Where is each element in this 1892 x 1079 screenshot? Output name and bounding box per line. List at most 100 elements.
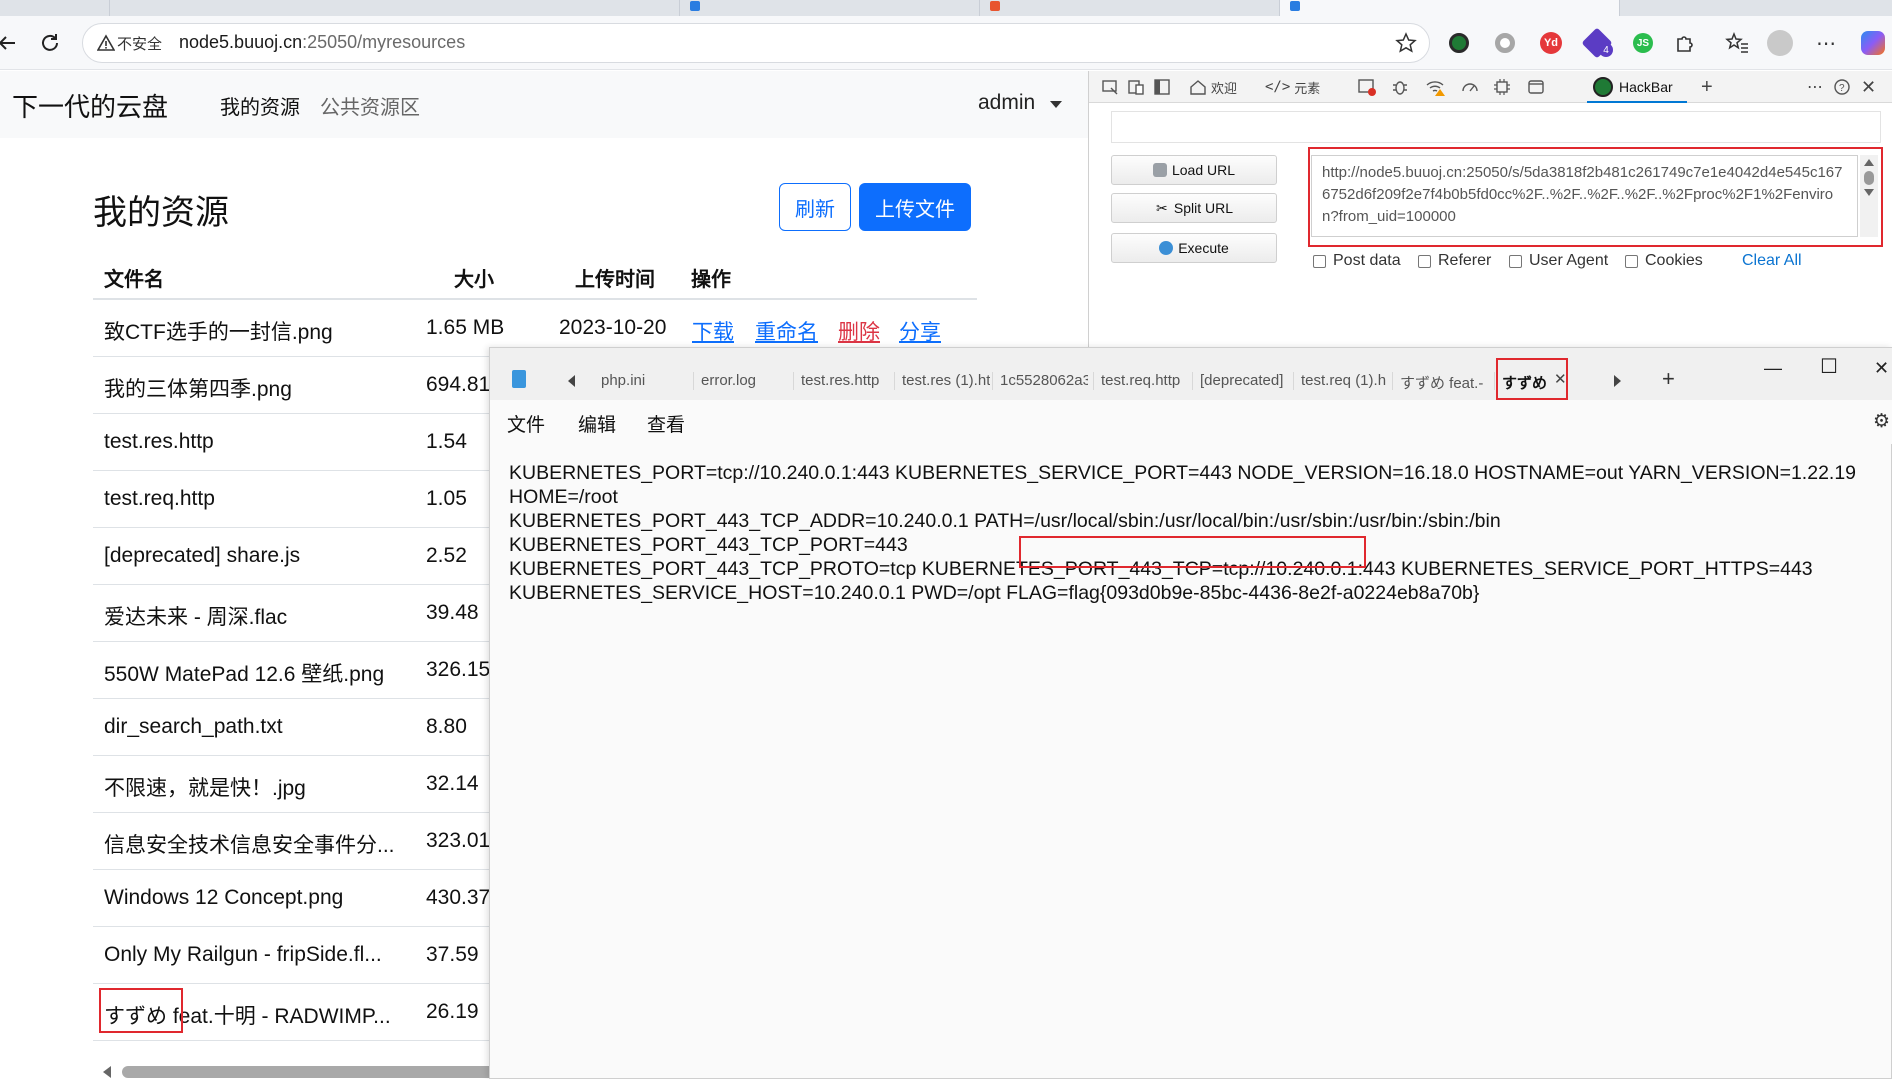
application-icon[interactable]: [1527, 77, 1545, 97]
file-name[interactable]: 致CTF选手的一封信.png: [104, 316, 333, 346]
post-data-checkbox[interactable]: Post data: [1313, 252, 1401, 270]
browser-tab[interactable]: [680, 0, 980, 16]
tab-separator: [1192, 372, 1193, 390]
url-text[interactable]: node5.buuoj.cn:25050/myresources: [179, 32, 465, 53]
file-name[interactable]: 550W MatePad 12.6 壁纸.png: [104, 658, 384, 688]
window-close-icon[interactable]: ✕: [1874, 358, 1889, 379]
browser-tab[interactable]: [110, 0, 680, 16]
file-name[interactable]: Only My Railgun - fripSide.fl...: [104, 943, 382, 967]
cookies-checkbox[interactable]: Cookies: [1625, 252, 1703, 270]
file-name[interactable]: 信息安全技术信息安全事件分...: [104, 829, 395, 859]
warning-triangle-icon[interactable]: [97, 34, 115, 52]
menu-view[interactable]: 查看: [647, 410, 685, 437]
cookies-label: Cookies: [1645, 252, 1703, 269]
browser-tab[interactable]: [980, 0, 1280, 16]
copilot-icon[interactable]: [1857, 27, 1889, 59]
file-name[interactable]: test.res.http: [104, 430, 214, 454]
browser-tab-active[interactable]: [1280, 0, 1620, 16]
minimize-icon[interactable]: —: [1764, 358, 1782, 379]
back-arrow-icon: [0, 36, 15, 50]
close-tab-icon[interactable]: ✕: [1554, 370, 1567, 388]
favorites-icon[interactable]: [1721, 27, 1753, 59]
extension-js-icon[interactable]: JS: [1627, 27, 1659, 59]
notepad-tab[interactable]: test.req (1).h: [1301, 372, 1389, 389]
tab-separator: [1392, 372, 1393, 390]
menu-edit[interactable]: 编辑: [578, 410, 616, 437]
maximize-icon[interactable]: ☐: [1820, 354, 1838, 379]
referer-checkbox[interactable]: Referer: [1418, 252, 1491, 270]
inspect-icon[interactable]: [1101, 77, 1119, 97]
tab-scroll-left-icon[interactable]: [568, 375, 575, 387]
memory-chip-icon[interactable]: [1493, 77, 1511, 97]
chevron-down-icon[interactable]: [1050, 101, 1062, 108]
notepad-tab[interactable]: test.res.http: [801, 372, 893, 389]
extension-gray-circle-icon[interactable]: [1489, 27, 1521, 59]
share-link[interactable]: 分享: [899, 316, 941, 346]
menu-file[interactable]: 文件: [507, 410, 545, 437]
elements-label: 元素: [1294, 80, 1321, 96]
user-agent-checkbox[interactable]: User Agent: [1509, 252, 1608, 270]
nav-public-resources[interactable]: 公共资源区: [320, 91, 420, 120]
console-icon[interactable]: [1357, 77, 1377, 97]
device-emulation-icon[interactable]: [1127, 77, 1145, 97]
devtools-tab-hackbar[interactable]: HackBar: [1587, 71, 1687, 103]
load-url-button[interactable]: Load URL: [1111, 155, 1277, 185]
new-tab-plus-icon[interactable]: +: [1662, 366, 1675, 392]
file-name[interactable]: test.req.http: [104, 487, 215, 511]
devtools-tab-welcome[interactable]: 欢迎: [1189, 77, 1237, 97]
split-url-button[interactable]: ✂ Split URL: [1111, 193, 1277, 223]
extension-translate-icon[interactable]: Yd: [1535, 27, 1567, 59]
notepad-tab[interactable]: error.log: [701, 372, 793, 389]
delete-link[interactable]: 删除: [838, 316, 880, 346]
file-name[interactable]: [deprecated] share.js: [104, 544, 300, 568]
back-button[interactable]: [0, 26, 24, 60]
extension-purple-icon[interactable]: 4: [1581, 27, 1613, 59]
devtools-close-icon[interactable]: ✕: [1861, 77, 1876, 97]
file-name[interactable]: 爱达未来 - 周深.flac: [104, 601, 287, 631]
site-brand[interactable]: 下一代的云盘: [12, 87, 168, 124]
clear-all-link[interactable]: Clear All: [1742, 252, 1802, 270]
file-name[interactable]: dir_search_path.txt: [104, 715, 283, 739]
more-menu-icon[interactable]: ⋯: [1810, 27, 1842, 59]
extension-green-icon[interactable]: [1443, 27, 1475, 59]
user-menu[interactable]: admin: [978, 91, 1035, 115]
upload-button[interactable]: 上传文件: [859, 183, 971, 231]
bug-icon[interactable]: [1391, 77, 1409, 97]
highlight-box: [99, 988, 183, 1033]
notepad-text-content[interactable]: KUBERNETES_PORT=tcp://10.240.0.1:443 KUB…: [509, 461, 1889, 605]
devtools-more-icon[interactable]: ⋯: [1807, 77, 1823, 97]
file-name[interactable]: 我的三体第四季.png: [104, 373, 292, 403]
network-wifi-icon[interactable]: [1425, 77, 1447, 97]
notepad-tab[interactable]: test.res (1).ht: [902, 372, 990, 389]
profile-avatar-icon[interactable]: [1764, 27, 1796, 59]
refresh-button[interactable]: 刷新: [779, 183, 851, 231]
browser-tab[interactable]: [0, 0, 110, 16]
tab-scroll-right-icon[interactable]: [1614, 375, 1621, 387]
favorite-star-icon[interactable]: [1395, 32, 1417, 54]
file-name[interactable]: Windows 12 Concept.png: [104, 886, 343, 910]
scroll-left-arrow-icon[interactable]: [103, 1066, 111, 1078]
settings-gear-icon[interactable]: ⚙: [1873, 410, 1890, 433]
download-link[interactable]: 下载: [692, 316, 734, 346]
file-size: 39.48: [426, 601, 479, 624]
add-tool-plus-icon[interactable]: +: [1701, 76, 1713, 98]
reload-button[interactable]: [33, 26, 67, 60]
dock-side-icon[interactable]: [1153, 77, 1171, 97]
notepad-tab[interactable]: すずめ feat.-: [1400, 372, 1488, 393]
rename-link[interactable]: 重命名: [755, 316, 818, 346]
notepad-tab[interactable]: 1c5528062a3: [1000, 372, 1088, 389]
horizontal-scrollbar[interactable]: [122, 1066, 522, 1078]
notepad-tab[interactable]: [deprecated]: [1200, 372, 1288, 389]
nav-my-resources[interactable]: 我的资源: [220, 91, 300, 120]
notepad-tab[interactable]: test.req.http: [1101, 372, 1189, 389]
devtools-tab-elements[interactable]: </> 元素: [1265, 77, 1320, 97]
notepad-tab[interactable]: php.ini: [601, 372, 693, 389]
security-label[interactable]: 不安全: [117, 33, 162, 54]
help-icon[interactable]: ?: [1833, 77, 1851, 97]
execute-button[interactable]: Execute: [1111, 233, 1277, 263]
extensions-puzzle-icon[interactable]: [1669, 27, 1701, 59]
tab-separator: [1293, 372, 1294, 390]
file-name[interactable]: 不限速，就是快！.jpg: [104, 772, 306, 802]
address-bar[interactable]: 不安全 node5.buuoj.cn:25050/myresources: [82, 23, 1430, 63]
performance-icon[interactable]: [1461, 77, 1479, 97]
